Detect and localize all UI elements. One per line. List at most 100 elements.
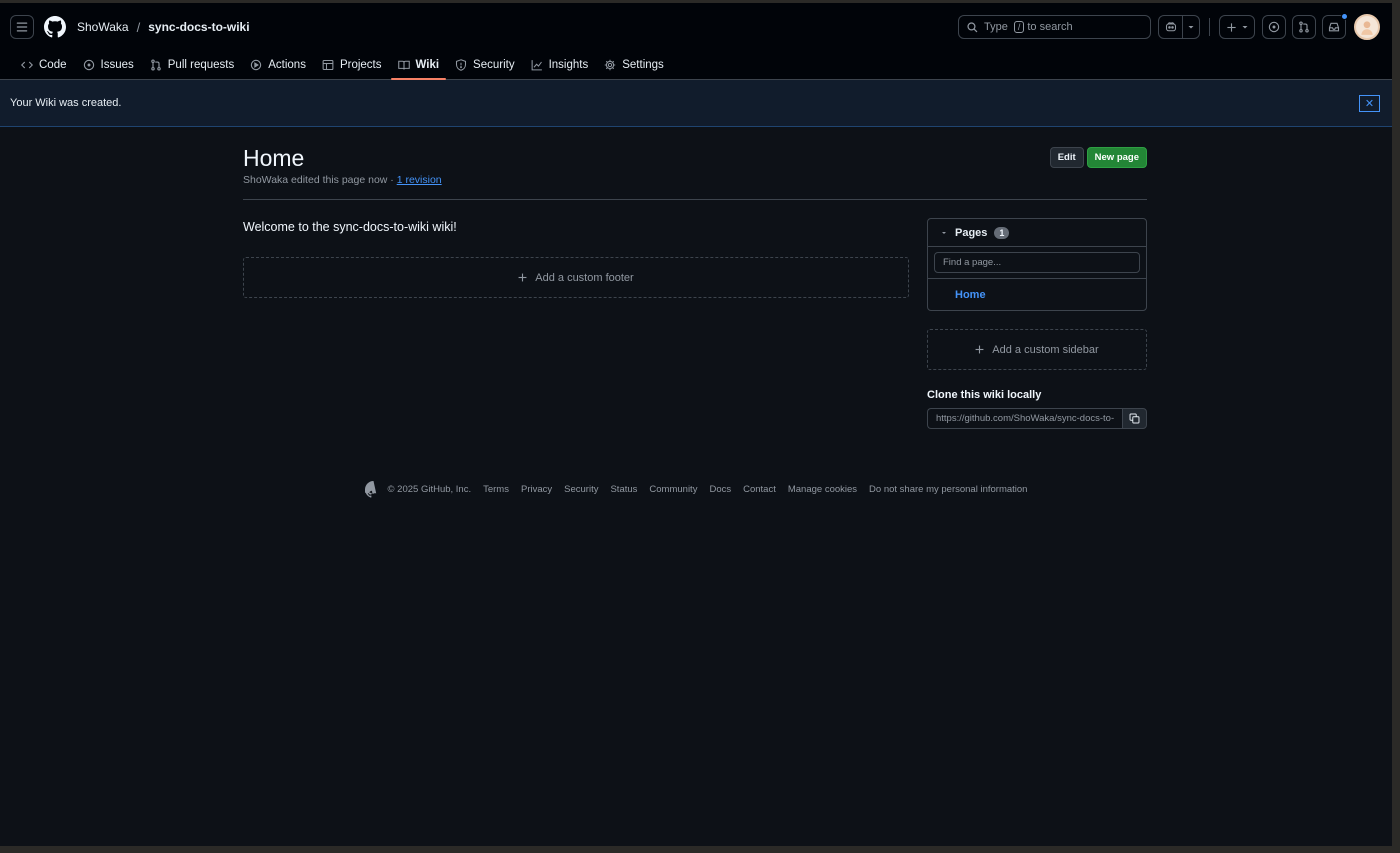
chevron-down-icon bbox=[1242, 26, 1247, 29]
page-title: Home bbox=[243, 145, 305, 171]
issue-opened-icon bbox=[83, 59, 94, 71]
inbox-button[interactable] bbox=[1322, 13, 1348, 39]
github-logo-icon[interactable] bbox=[364, 481, 382, 498]
clone-url-group bbox=[927, 408, 1147, 429]
wiki-container: Home ShoWaka edited this page now · 1 re… bbox=[243, 143, 1147, 429]
add-custom-footer-button[interactable]: Add a custom footer bbox=[243, 257, 909, 298]
search-input[interactable]: Type / to search bbox=[958, 15, 1151, 39]
plus-icon bbox=[975, 345, 984, 354]
tab-projects[interactable]: Projects bbox=[315, 51, 389, 79]
revision-link[interactable]: 1 revision bbox=[397, 174, 442, 186]
issue-opened-icon bbox=[1268, 21, 1280, 33]
owner-link[interactable]: ShoWaka bbox=[77, 20, 129, 34]
breadcrumb: ShoWaka / sync-docs-to-wiki bbox=[77, 20, 250, 35]
add-custom-sidebar-button[interactable]: Add a custom sidebar bbox=[927, 329, 1147, 370]
pages-count-badge: 1 bbox=[994, 226, 1010, 239]
copyright-text: © 2025 GitHub, Inc. bbox=[387, 484, 472, 495]
copilot-button-group bbox=[1158, 15, 1200, 39]
wiki-header: Home ShoWaka edited this page now · 1 re… bbox=[243, 143, 1147, 186]
shield-icon bbox=[456, 59, 467, 71]
menu-button[interactable] bbox=[10, 15, 34, 39]
repo-link[interactable]: sync-docs-to-wiki bbox=[148, 20, 249, 34]
play-icon bbox=[251, 59, 262, 71]
add-footer-label: Add a custom footer bbox=[535, 271, 634, 284]
page-meta: ShoWaka edited this page now · 1 revisio… bbox=[243, 174, 442, 186]
copilot-icon bbox=[1165, 22, 1176, 32]
search-icon bbox=[967, 21, 978, 32]
user-avatar-icon bbox=[1361, 21, 1373, 35]
edit-button[interactable]: Edit bbox=[1049, 147, 1084, 168]
footer-link-community[interactable]: Community bbox=[649, 484, 697, 495]
tab-label: Actions bbox=[268, 59, 306, 71]
notification-dot bbox=[1341, 13, 1348, 20]
browser-page: ShoWaka / sync-docs-to-wiki Type / to se… bbox=[0, 3, 1392, 846]
pages-toggle[interactable]: Pages 1 bbox=[928, 219, 1146, 247]
tab-pull-requests[interactable]: Pull requests bbox=[143, 51, 241, 79]
footer-link-security[interactable]: Security bbox=[564, 484, 598, 495]
tab-code[interactable]: Code bbox=[14, 51, 74, 79]
flash-close-button[interactable]: ✕ bbox=[1359, 94, 1380, 112]
tab-label: Code bbox=[39, 59, 67, 71]
footer-link-docs[interactable]: Docs bbox=[709, 484, 731, 495]
create-new-button[interactable] bbox=[1219, 15, 1255, 39]
plus-icon bbox=[518, 273, 527, 282]
copilot-button[interactable] bbox=[1159, 16, 1183, 38]
menu-icon bbox=[16, 22, 28, 32]
wiki-body: Welcome to the sync-docs-to-wiki wiki! A… bbox=[243, 218, 909, 429]
footer-link-status[interactable]: Status bbox=[610, 484, 637, 495]
global-header: ShoWaka / sync-docs-to-wiki Type / to se… bbox=[0, 3, 1392, 51]
pull-request-icon bbox=[150, 59, 161, 71]
search-prefix: Type bbox=[984, 21, 1008, 33]
tab-label: Pull requests bbox=[167, 59, 235, 71]
footer-link-do-not-share[interactable]: Do not share my personal information bbox=[869, 484, 1027, 495]
copilot-menu-button[interactable] bbox=[1183, 16, 1199, 38]
footer-link-manage-cookies[interactable]: Manage cookies bbox=[788, 484, 857, 495]
footer-copyright: © 2025 GitHub, Inc. bbox=[364, 481, 472, 498]
tab-settings[interactable]: Settings bbox=[597, 51, 671, 79]
page-link-home[interactable]: Home bbox=[928, 279, 1146, 310]
footer-link-contact[interactable]: Contact bbox=[743, 484, 776, 495]
inbox-icon bbox=[1328, 22, 1340, 32]
graph-icon bbox=[531, 60, 542, 71]
pull-requests-button[interactable] bbox=[1292, 15, 1316, 39]
breadcrumb-separator: / bbox=[136, 19, 141, 35]
tab-issues[interactable]: Issues bbox=[76, 51, 141, 79]
flash-banner: Your Wiki was created. ✕ bbox=[0, 80, 1392, 127]
tab-wiki[interactable]: Wiki bbox=[390, 51, 447, 80]
wiki-content: Welcome to the sync-docs-to-wiki wiki! bbox=[243, 220, 457, 234]
close-icon: ✕ bbox=[1364, 97, 1375, 110]
avatar[interactable] bbox=[1354, 14, 1380, 40]
footer-link-privacy[interactable]: Privacy bbox=[521, 484, 552, 495]
triangle-down-icon bbox=[942, 231, 946, 234]
edit-info: ShoWaka edited this page now · bbox=[243, 174, 397, 186]
search-shortcut-key: / bbox=[1013, 21, 1025, 33]
wiki-sidebar: Pages 1 Home Add a custom sidebar Clone … bbox=[927, 218, 1147, 429]
issues-button[interactable] bbox=[1262, 15, 1286, 39]
footer-link-terms[interactable]: Terms bbox=[483, 484, 509, 495]
find-page-input[interactable] bbox=[934, 252, 1140, 273]
book-icon bbox=[397, 60, 410, 70]
chevron-down-icon bbox=[1188, 26, 1194, 29]
copy-clone-url-button[interactable] bbox=[1122, 408, 1147, 429]
pages-label: Pages bbox=[955, 226, 988, 239]
tab-label: Projects bbox=[339, 59, 382, 71]
gear-icon bbox=[604, 59, 616, 71]
plus-icon bbox=[1226, 22, 1236, 32]
find-page-wrapper bbox=[928, 247, 1146, 279]
github-logo-icon[interactable] bbox=[44, 16, 66, 38]
search-suffix: to search bbox=[1027, 21, 1073, 33]
header-divider bbox=[1209, 18, 1210, 36]
add-sidebar-label: Add a custom sidebar bbox=[992, 343, 1099, 356]
table-icon bbox=[322, 59, 334, 71]
clone-title: Clone this wiki locally bbox=[927, 389, 1042, 401]
tab-security[interactable]: Security bbox=[448, 51, 522, 79]
tab-insights[interactable]: Insights bbox=[524, 51, 596, 79]
new-page-button[interactable]: New page bbox=[1086, 147, 1147, 168]
tab-label: Wiki bbox=[415, 59, 440, 71]
repo-nav: Code Issues Pull requests Actions Projec… bbox=[0, 51, 1392, 80]
pages-box: Pages 1 Home bbox=[927, 218, 1147, 311]
tab-actions[interactable]: Actions bbox=[243, 51, 313, 79]
pull-request-icon bbox=[1299, 21, 1309, 33]
clone-url-input[interactable] bbox=[927, 408, 1122, 429]
tab-label: Issues bbox=[100, 59, 134, 71]
